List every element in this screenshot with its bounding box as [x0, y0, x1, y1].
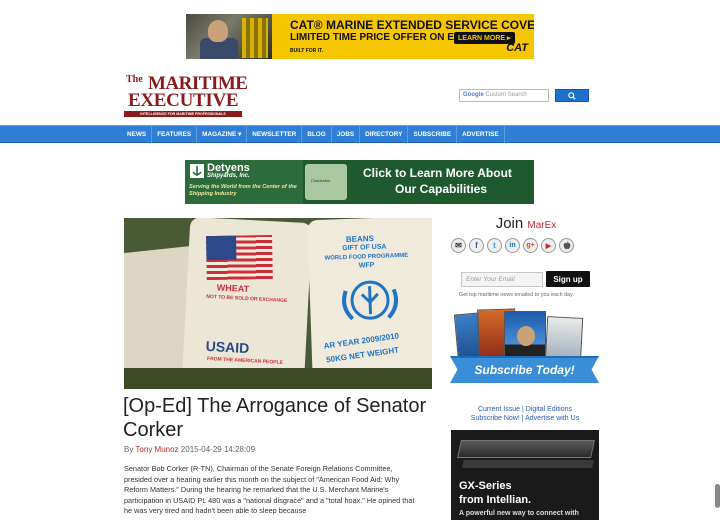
sidebar-links: Current Issue | Digital Editions Subscri… [451, 406, 599, 423]
ad-slogan: BUILT FOR IT. [290, 48, 323, 54]
sack-wfp: BEANS GIFT OF USA WORLD FOOD PROGRAMME W… [307, 218, 432, 383]
anchor-icon [190, 164, 204, 178]
links-line-1[interactable]: Current Issue | Digital Editions [451, 406, 599, 415]
sack-usaid: WHEAT NOT TO BE SOLD OR EXCHANGE USAID F… [181, 218, 313, 389]
main-nav: NEWS FEATURES MAGAZINE ▾ NEWSLETTER BLOG… [0, 125, 720, 143]
wfp-program-label: WORLD FOOD PROGRAMME [324, 252, 409, 262]
usaid-label: USAID [205, 337, 250, 357]
email-field[interactable]: Enter Your Email [461, 272, 543, 287]
email-icon[interactable]: ✉ [451, 238, 466, 253]
subscribe-banner[interactable]: Subscribe Today! [450, 356, 599, 383]
ad-headline: CAT® MARINE EXTENDED SERVICE COVERAGE (E… [290, 18, 534, 32]
ad-photo [186, 14, 272, 59]
nav-blog[interactable]: BLOG [302, 126, 332, 143]
facebook-icon[interactable]: f [469, 238, 484, 253]
apple-glyph-icon [563, 241, 570, 250]
join-heading: Join MarEx [451, 215, 601, 232]
us-flag [206, 234, 273, 281]
youtube-icon[interactable]: ▶ [541, 238, 556, 253]
article-title: [Op-Ed] The Arrogance of Senator Corker [123, 395, 427, 441]
nav-advertise[interactable]: ADVERTISE [457, 126, 505, 143]
not-sold-label: NOT TO BE SOLD OR EXCHANGE [206, 293, 288, 305]
article-body: Senator Bob Corker (R-TN), Chairman of t… [124, 464, 415, 516]
nav-jobs[interactable]: JOBS [332, 126, 361, 143]
signup-note: Get top maritime news emailed to you eac… [459, 292, 574, 298]
cat-banner-ad[interactable]: CAT® MARINE EXTENDED SERVICE COVERAGE (E… [186, 14, 534, 59]
gift-label: GIFT OF USA [342, 243, 387, 253]
author-link[interactable]: Tony Munoz [135, 445, 178, 454]
scrollbar[interactable] [715, 484, 720, 508]
ground [124, 368, 432, 389]
american-people-label: FROM THE AMERICAN PEOPLE [206, 355, 284, 366]
article-date: 2015-04-29 14:28:09 [180, 445, 256, 454]
ad-side-line1: GX-Series [459, 480, 512, 492]
ad-device-base [462, 460, 594, 468]
nav-features[interactable]: FEATURES [152, 126, 198, 143]
site-logo[interactable]: The MARITIME EXECUTIVE INTELLIGENCE FOR … [124, 72, 248, 118]
ad-cta-line2: Our Capabilities [395, 182, 488, 196]
ad-brand-sub: Shipyards, Inc. [207, 173, 250, 179]
nav-newsletter[interactable]: NEWSLETTER [247, 126, 303, 143]
logo-tagline: INTELLIGENCE FOR MARITIME PROFESSIONALS [124, 111, 242, 117]
ad-subline: LIMITED TIME PRICE OFFER ON ESC [290, 32, 468, 43]
byline-by: By [124, 445, 134, 454]
wfp-label: WFP [358, 262, 375, 270]
signup-button[interactable]: Sign up [546, 271, 590, 287]
beans-label: BEANS [345, 234, 375, 244]
ad-side-line2: from Intellian. [459, 494, 532, 506]
nav-subscribe[interactable]: SUBSCRIBE [408, 126, 458, 143]
ad-device [457, 440, 595, 458]
apple-icon[interactable] [559, 238, 574, 253]
logo-the: The [126, 74, 143, 85]
googleplus-icon[interactable]: g+ [523, 238, 538, 253]
logo-executive: EXECUTIVE [128, 90, 239, 111]
social-icons: ✉ f t in g+ ▶ [451, 238, 594, 253]
search-icon [568, 91, 576, 100]
wheat-label: WHEAT [216, 282, 250, 295]
ad-map: Charleston [305, 164, 347, 200]
wfp-emblem-icon [342, 280, 399, 321]
search-input[interactable]: Google Custom Search [459, 89, 549, 102]
join-label: Join [495, 215, 524, 232]
nav-news[interactable]: NEWS [123, 126, 153, 143]
google-label: Google [463, 92, 484, 98]
detyens-banner-ad[interactable]: Detyens Shipyards, Inc. Serving the Worl… [185, 160, 534, 204]
marex-label: MarEx [527, 220, 557, 231]
nav-magazine[interactable]: MAGAZINE ▾ [197, 126, 248, 143]
links-line-2[interactable]: Subscribe Now! | Advertise with Us [451, 415, 599, 424]
article-byline: By Tony Munoz 2015-04-29 14:28:09 [124, 445, 255, 454]
ad-tagline: Serving the World from the Center of the… [189, 184, 297, 197]
article-image: WHEAT NOT TO BE SOLD OR EXCHANGE USAID F… [124, 218, 432, 389]
ad-brand-panel: Detyens Shipyards, Inc. Serving the Worl… [185, 160, 303, 204]
search-placeholder: Custom Search [485, 92, 527, 98]
map-label: Charleston [311, 178, 331, 183]
ad-side-line3: A powerful new way to connect with [459, 510, 579, 517]
ad-cta-line1: Click to Learn More About [363, 166, 512, 180]
twitter-icon[interactable]: t [487, 238, 502, 253]
intellian-ad[interactable]: GX-Series from Intellian. A powerful new… [451, 430, 599, 520]
cat-logo: CAT [506, 42, 528, 54]
linkedin-icon[interactable]: in [505, 238, 520, 253]
nav-directory[interactable]: DIRECTORY [360, 126, 409, 143]
search-button[interactable] [555, 89, 589, 102]
